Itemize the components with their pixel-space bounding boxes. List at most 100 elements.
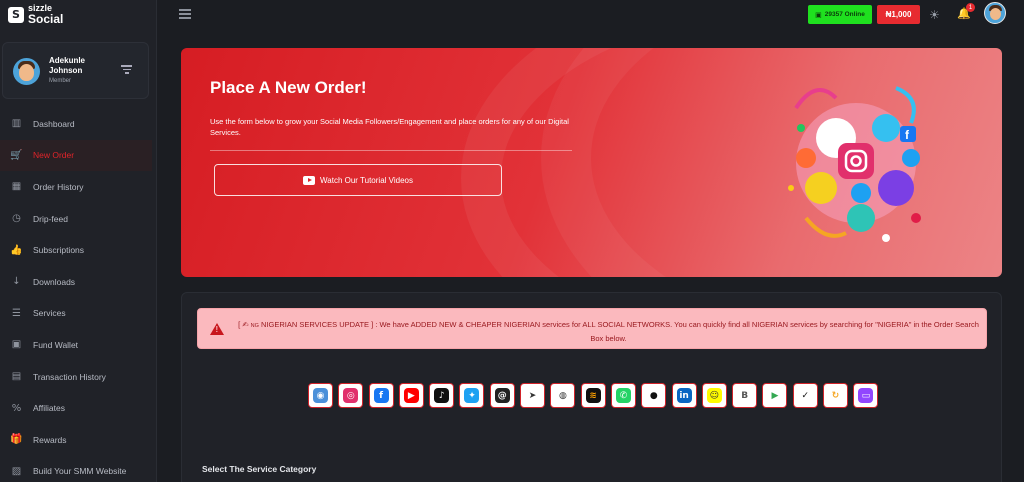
online-users-badge: ▣ 29357 Online (808, 5, 872, 24)
filter-icon[interactable] (121, 65, 132, 74)
brand-line2: Social (28, 12, 64, 26)
sidebar-item-affiliates[interactable]: % Affiliates (0, 392, 152, 424)
sidebar-item-order-history[interactable]: ▦ Order History (0, 171, 152, 203)
warning-icon (210, 323, 224, 335)
sidebar-item-label: Rewards (33, 434, 67, 445)
apple-filter-button[interactable]: ● (641, 383, 667, 408)
whatsapp-icon: ✆ (615, 388, 631, 403)
list-icon: ☰ (12, 307, 21, 319)
sidebar: S sizzle Social Adekunle Johnson Member … (0, 0, 157, 482)
avatar[interactable] (13, 58, 40, 85)
threads-icon: @ (494, 388, 510, 403)
clock-icon: ◷ (12, 213, 21, 225)
user-card: Adekunle Johnson Member (2, 42, 149, 99)
sidebar-item-label: Dashboard (33, 118, 75, 129)
calendar-icon: ▦ (11, 181, 22, 193)
sidebar-item-new-order[interactable]: 🛒 New Order (0, 139, 152, 172)
sidebar-item-label: Fund Wallet (33, 339, 79, 350)
whatsapp-filter-button[interactable]: ✆ (610, 383, 636, 408)
users-icon: ▣ (815, 10, 822, 19)
sidebar-item-label: Affiliates (33, 403, 65, 414)
boomplay-icon: B (737, 388, 753, 403)
tiktok-icon: ♪ (434, 388, 450, 403)
order-form-card: [ ✍ NG NIGERIAN SERVICES UPDATE ] : We h… (181, 292, 1002, 482)
menu-toggle-icon[interactable] (179, 9, 191, 21)
sidebar-item-label: Subscriptions (33, 245, 85, 256)
divider (210, 150, 572, 151)
google-play-icon: ▶ (767, 388, 783, 403)
watch-tutorial-button[interactable]: Watch Our Tutorial Videos (214, 164, 502, 196)
profile-avatar[interactable] (984, 2, 1006, 24)
nigeria-update-alert: [ ✍ NG NIGERIAN SERVICES UPDATE ] : We h… (197, 308, 987, 349)
service-category-label: Select The Service Category (202, 464, 317, 474)
sidebar-item-subscriptions[interactable]: 👍 Subscriptions (0, 234, 152, 266)
refresh-icon: ↻ (828, 388, 844, 403)
document-icon: ▤ (11, 371, 22, 383)
refresh-filter-button[interactable]: ↻ (823, 383, 849, 408)
notification-count-badge: 1 (966, 3, 975, 12)
sidebar-item-dashboard[interactable]: ▥ Dashboard (0, 108, 152, 140)
page-title: Place A New Order! (210, 78, 367, 97)
sidebar-item-label: Build Your SMM Website (33, 466, 127, 477)
platform-filter-bar: ◉ ◎ f ▶ ♪ ✦ @ ➤ ◍ ≋ ✆ ● in ☺ B ▶ ✓ ↻ ▭ (308, 383, 879, 408)
all-platforms-icon: ◉ (313, 388, 328, 403)
facebook-filter-button[interactable]: f (368, 383, 394, 408)
tiktok-filter-button[interactable]: ♪ (429, 383, 455, 408)
audiomack-filter-button[interactable]: ≋ (580, 383, 606, 408)
podcast-filter-button[interactable]: ◍ (550, 383, 576, 408)
google-play-filter-button[interactable]: ▶ (762, 383, 788, 408)
twitch-icon: ▭ (858, 388, 874, 403)
verified-filter-button[interactable]: ✓ (792, 383, 818, 408)
wallet-balance-button[interactable]: ₦1,000 (877, 5, 920, 24)
all-platforms-filter-button[interactable]: ◉ (308, 383, 333, 408)
sidebar-item-label: Drip-feed (33, 213, 68, 224)
alert-message: NIGERIAN SERVICES UPDATE ] : We have ADD… (260, 320, 979, 343)
thumbs-up-icon: 👍 (10, 244, 23, 256)
sidebar-item-label: Order History (33, 181, 84, 192)
facebook-icon: f (373, 388, 389, 403)
instagram-icon: ◎ (343, 388, 359, 403)
sidebar-item-transaction-history[interactable]: ▤ Transaction History (0, 361, 152, 393)
telegram-icon: ➤ (525, 388, 541, 403)
sidebar-item-fund-wallet[interactable]: ▣ Fund Wallet (0, 329, 152, 361)
gift-icon: 🎁 (10, 434, 23, 446)
arrow-down-icon: ↓ (12, 276, 21, 288)
sidebar-item-downloads[interactable]: ↓ Downloads (0, 266, 152, 298)
boomplay-filter-button[interactable]: B (732, 383, 758, 408)
twitch-filter-button[interactable]: ▭ (853, 383, 879, 408)
linkedin-icon: in (676, 388, 692, 403)
sidebar-item-label: Transaction History (33, 371, 106, 382)
telegram-filter-button[interactable]: ➤ (520, 383, 546, 408)
cart-icon: 🛒 (10, 149, 23, 161)
sun-icon[interactable]: ☀ (929, 8, 940, 22)
hero-banner: Place A New Order! Use the form below to… (181, 48, 1002, 277)
sidebar-item-services[interactable]: ☰ Services (0, 298, 152, 330)
youtube-icon (303, 175, 316, 185)
bar-chart-icon: ▥ (11, 118, 22, 130)
user-role: Member (49, 78, 72, 84)
flag-code: NG (250, 323, 259, 329)
podcast-icon: ◍ (555, 388, 571, 403)
social-media-illustration: f (788, 86, 921, 242)
sidebar-item-rewards[interactable]: 🎁 Rewards (0, 424, 152, 456)
sidebar-item-drip-feed[interactable]: ◷ Drip-feed (0, 203, 152, 235)
youtube-filter-button[interactable]: ▶ (398, 383, 424, 408)
verified-icon: ✓ (797, 388, 813, 403)
sidebar-nav: ▥ Dashboard 🛒 New Order ▦ Order History ◷ Drip-… (0, 108, 152, 482)
youtube-icon: ▶ (403, 388, 419, 403)
store-icon: ▨ (11, 465, 22, 477)
threads-filter-button[interactable]: @ (489, 383, 515, 408)
wallet-icon: ▣ (11, 339, 22, 351)
twitter-filter-button[interactable]: ✦ (459, 383, 485, 408)
brand-logo[interactable]: S sizzle Social (8, 4, 63, 25)
snapchat-icon: ☺ (706, 388, 722, 403)
user-name: Adekunle Johnson (49, 56, 86, 75)
apple-icon: ● (646, 388, 662, 403)
nigeria-flag-icon: ✍ (242, 320, 249, 329)
twitter-icon: ✦ (464, 388, 480, 403)
snapchat-filter-button[interactable]: ☺ (701, 383, 727, 408)
hero-subtitle: Use the form below to grow your Social M… (210, 117, 569, 137)
instagram-filter-button[interactable]: ◎ (338, 383, 364, 408)
sidebar-item-build-your-smm-website[interactable]: ▨ Build Your SMM Website (0, 456, 152, 482)
linkedin-filter-button[interactable]: in (671, 383, 697, 408)
